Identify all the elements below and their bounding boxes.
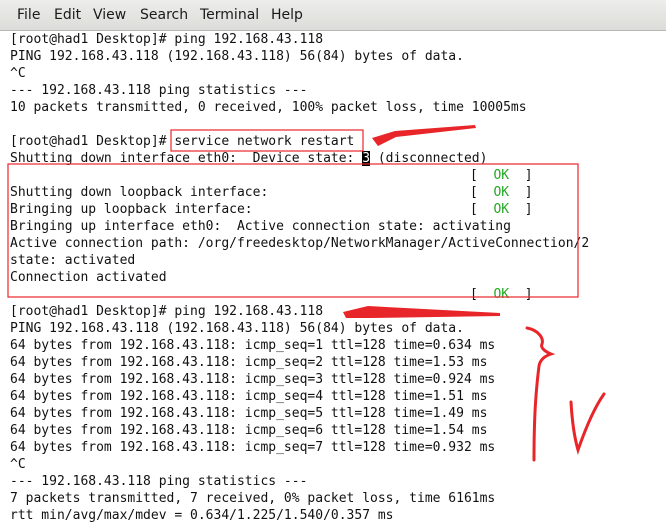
terminal-line: --- 192.168.43.118 ping statistics --- [10,82,660,99]
terminal-line: [root@had1 Desktop]# ping 192.168.43.118 [10,31,660,48]
line-text: Shutting down loopback interface: [10,185,269,200]
line-text: PING 192.168.43.118 (192.168.43.118) 56(… [10,49,464,64]
line-text: (disconnected) [370,151,488,166]
terminal-output[interactable]: [root@had1 Desktop]# ping 192.168.43.118… [10,31,660,524]
menu-view[interactable]: View [93,7,126,23]
terminal-line: Shutting down interface eth0: Device sta… [10,150,660,167]
terminal-line: PING 192.168.43.118 (192.168.43.118) 56(… [10,320,660,337]
status-ok: [ OK ] [470,287,533,302]
status-ok: [ OK ] [470,168,533,183]
ok-label: OK [493,168,510,183]
menu-file[interactable]: File [17,7,40,23]
terminal-line: 64 bytes from 192.168.43.118: icmp_seq=6… [10,422,660,439]
terminal-line: Active connection path: /org/freedesktop… [10,235,660,252]
ok-label: OK [493,287,510,302]
terminal-line: ^C [10,65,660,82]
line-text: ^C [10,66,26,81]
line-text: [root@had1 Desktop]# ping 192.168.43.118 [10,32,324,47]
ok-label: OK [493,202,510,217]
terminal-line: Connection activated [10,269,660,286]
terminal-line: PING 192.168.43.118 (192.168.43.118) 56(… [10,48,660,65]
line-text: 10 packets transmitted, 0 received, 100%… [10,100,527,115]
terminal-line: --- 192.168.43.118 ping statistics --- [10,473,660,490]
line-text: 64 bytes from 192.168.43.118: icmp_seq=1… [10,338,496,353]
status-ok: [ OK ] [470,185,533,200]
menu-help[interactable]: Help [271,7,303,23]
line-text: 64 bytes from 192.168.43.118: icmp_seq=3… [10,372,496,387]
line-text: state: activated [10,253,136,268]
line-text: 64 bytes from 192.168.43.118: icmp_seq=7… [10,440,496,455]
terminal-line: 7 packets transmitted, 7 received, 0% pa… [10,490,660,507]
terminal-line: 64 bytes from 192.168.43.118: icmp_seq=5… [10,405,660,422]
line-text: 64 bytes from 192.168.43.118: icmp_seq=4… [10,389,488,404]
line-text: ^C [10,457,26,472]
terminal-line: Bringing up interface eth0: Active conne… [10,218,660,235]
terminal-line: 10 packets transmitted, 0 received, 100%… [10,99,660,116]
terminal-line: 64 bytes from 192.168.43.118: icmp_seq=3… [10,371,660,388]
terminal-line: 64 bytes from 192.168.43.118: icmp_seq=7… [10,439,660,456]
terminal-line: 64 bytes from 192.168.43.118: icmp_seq=2… [10,354,660,371]
menu-search[interactable]: Search [140,7,188,23]
terminal-line: 64 bytes from 192.168.43.118: icmp_seq=1… [10,337,660,354]
terminal-line: [ OK ] [10,286,660,303]
terminal-line: 64 bytes from 192.168.43.118: icmp_seq=4… [10,388,660,405]
menu-terminal[interactable]: Terminal [200,7,259,23]
line-text: --- 192.168.43.118 ping statistics --- [10,83,308,98]
ok-label: OK [493,185,510,200]
text-cursor: 3 [362,151,371,166]
line-text: Active connection path: /org/freedesktop… [10,236,590,251]
line-text: Bringing up interface eth0: Active conne… [10,219,511,234]
line-text: 7 packets transmitted, 7 received, 0% pa… [10,491,496,506]
terminal-line: ^C [10,456,660,473]
menu-edit[interactable]: Edit [54,7,81,23]
line-text: 64 bytes from 192.168.43.118: icmp_seq=2… [10,355,488,370]
terminal-line: Bringing up loopback interface: [ OK ] [10,201,660,218]
line-text: PING 192.168.43.118 (192.168.43.118) 56(… [10,321,464,336]
line-text: [root@had1 Desktop]# service network res… [10,134,355,149]
line-text: Shutting down interface eth0: Device sta… [10,151,363,166]
terminal-line: state: activated [10,252,660,269]
terminal-line: [ OK ] [10,167,660,184]
terminal-line: rtt min/avg/max/mdev = 0.634/1.225/1.540… [10,507,660,524]
line-text: Bringing up loopback interface: [10,202,253,217]
line-text: --- 192.168.43.118 ping statistics --- [10,474,308,489]
terminal-line: Shutting down loopback interface: [ OK ] [10,184,660,201]
line-text: 64 bytes from 192.168.43.118: icmp_seq=5… [10,406,488,421]
menu-bar: File Edit View Search Terminal Help [0,0,666,31]
line-text: Connection activated [10,270,167,285]
status-ok: [ OK ] [470,202,533,217]
terminal-line: [root@had1 Desktop]# ping 192.168.43.118 [10,303,660,320]
terminal-line: [root@had1 Desktop]# service network res… [10,133,660,150]
line-text: 64 bytes from 192.168.43.118: icmp_seq=6… [10,423,488,438]
line-text: [root@had1 Desktop]# ping 192.168.43.118 [10,304,324,319]
